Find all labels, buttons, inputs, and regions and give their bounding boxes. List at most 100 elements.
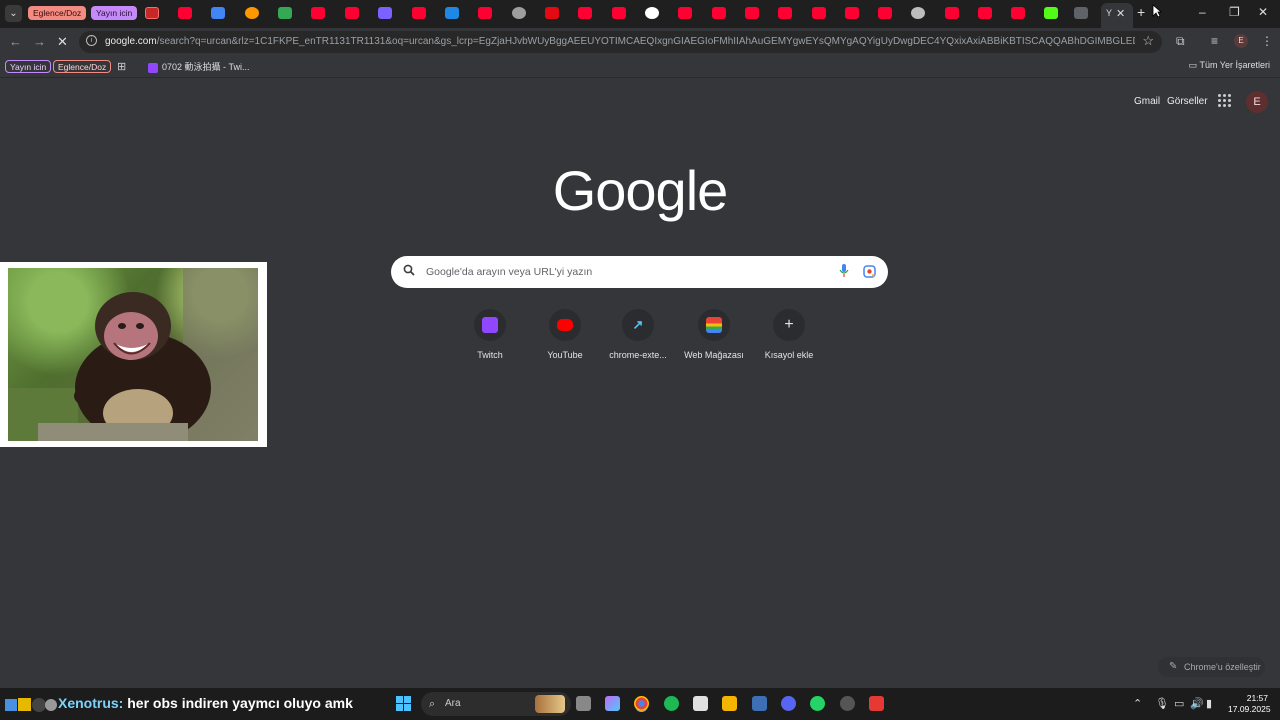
taskbar-search[interactable]: ⌕ Ara [421, 692, 571, 716]
site-info-icon[interactable]: i [86, 35, 97, 46]
tab[interactable] [810, 6, 840, 22]
steam-icon[interactable] [752, 696, 767, 711]
extensions-icon[interactable]: ⧉ [1176, 34, 1185, 49]
display-tray-icon[interactable]: ▭ [1174, 697, 1184, 710]
media-controls-icon[interactable]: ≡ [1211, 34, 1218, 48]
chat-text: her obs indiren yaymcı oluyo amk [127, 695, 353, 711]
obs-icon[interactable] [840, 696, 855, 711]
profile-avatar-small[interactable]: E [1234, 34, 1248, 48]
tab[interactable] [976, 6, 1006, 22]
microphone-icon[interactable] [839, 264, 849, 278]
tab[interactable] [610, 6, 640, 22]
new-tab-page: Gmail Görseller E Google Google'da arayı… [0, 78, 1280, 688]
bookmark-star-icon[interactable]: ☆ [1142, 33, 1154, 49]
apps-shortcut-icon[interactable]: ⊞ [117, 60, 126, 73]
menu-kebab-icon[interactable]: ⋮ [1261, 34, 1273, 48]
copilot-icon[interactable] [605, 696, 620, 711]
chrome-taskbar-icon[interactable] [634, 696, 649, 711]
all-bookmarks[interactable]: ▭ Tüm Yer İşaretleri [1189, 60, 1270, 71]
shortcut-twitch[interactable]: Twitch [450, 309, 530, 360]
tab[interactable] [243, 6, 273, 22]
tab-search-button[interactable]: ⌄ [5, 5, 22, 22]
stop-loading-icon[interactable]: ✕ [57, 34, 68, 50]
search-highlight-image [535, 695, 565, 713]
volume-icon[interactable]: 🔊 [1190, 697, 1204, 710]
mic-tray-icon[interactable]: 🎙 [1155, 697, 1169, 710]
discord-icon[interactable] [781, 696, 796, 711]
address-bar[interactable]: i google.com/search?q=urcan&rlz=1C1FKPE_… [79, 31, 1162, 53]
close-tab-icon[interactable]: ✕ [1116, 7, 1125, 20]
tab[interactable] [510, 6, 540, 22]
shortcut-web-store[interactable]: Web Mağazası [674, 309, 754, 360]
bookmark-group-eglence[interactable]: Eglence/Doz [53, 60, 112, 73]
google-lens-icon[interactable] [863, 265, 876, 278]
windows-start-icon[interactable] [396, 696, 412, 712]
tab[interactable] [576, 6, 606, 22]
new-tab-icon[interactable]: + [1137, 4, 1145, 20]
search-box[interactable]: Google'da arayın veya URL'yi yazın [391, 256, 888, 288]
tab[interactable] [543, 6, 573, 22]
tab[interactable] [710, 6, 740, 22]
tab[interactable] [410, 6, 440, 22]
bookmark-group-yayin[interactable]: Yayın icin [5, 60, 52, 73]
tab-group-eglence[interactable]: Eglence/Doz [28, 6, 87, 20]
back-icon[interactable]: ← [9, 34, 22, 49]
images-link[interactable]: Görseller [1167, 96, 1208, 107]
active-tab[interactable]: Y ✕ [1101, 3, 1133, 28]
tab[interactable] [443, 6, 473, 22]
forward-icon[interactable]: → [33, 34, 46, 49]
account-avatar[interactable]: E [1246, 91, 1268, 113]
spotify-icon[interactable] [664, 696, 679, 711]
twitch-icon [482, 317, 498, 333]
tab[interactable] [143, 6, 173, 22]
tab[interactable] [343, 6, 373, 22]
tab[interactable] [376, 6, 406, 22]
system-clock[interactable]: 21:57 17.09.2025 [1228, 693, 1271, 715]
tab[interactable] [276, 6, 306, 22]
folder-icon: ▭ [1188, 60, 1200, 70]
google-apps-icon[interactable] [1218, 94, 1232, 108]
tab[interactable] [909, 6, 939, 22]
task-view-icon[interactable] [576, 696, 591, 711]
tab[interactable] [176, 6, 206, 22]
tab[interactable] [843, 6, 873, 22]
tray-overflow-icon[interactable]: ⌃ [1133, 697, 1142, 710]
customize-chrome-button[interactable]: ✎ Chrome'u özelleştir [1158, 657, 1265, 677]
url-path: /search?q=urcan&rlz=1C1FKPE_enTR1131TR11… [156, 36, 1135, 47]
gmail-link[interactable]: Gmail [1134, 96, 1160, 107]
active-tab-title: Y [1106, 8, 1113, 18]
tab[interactable] [876, 6, 906, 22]
restore-icon[interactable]: ❐ [1229, 5, 1240, 19]
plus-icon: + [784, 316, 794, 333]
file-explorer-icon[interactable] [722, 696, 737, 711]
chat-message: Xenotrus: her obs indiren yaymcı oluyo a… [58, 695, 353, 711]
bookmark-item[interactable]: 0702 動泳拍攝 - Twi... [148, 60, 250, 73]
close-window-icon[interactable]: ✕ [1258, 5, 1268, 19]
tab[interactable] [676, 6, 706, 22]
app-icon[interactable] [869, 696, 884, 711]
stream-overlay-image [0, 262, 267, 447]
tab[interactable] [476, 6, 506, 22]
tab[interactable] [309, 6, 339, 22]
tab[interactable] [643, 6, 673, 22]
tab[interactable] [209, 6, 239, 22]
minimize-icon[interactable]: – [1199, 5, 1206, 19]
bookmarks-bar: Yayın icin Eglence/Doz ⊞ 0702 動泳拍攝 - Twi… [0, 56, 1280, 78]
shortcut-youtube[interactable]: YouTube [525, 309, 605, 360]
battery-icon[interactable]: ▮ [1206, 697, 1212, 710]
tab[interactable] [1072, 6, 1102, 22]
search-icon [403, 264, 415, 276]
tab[interactable] [743, 6, 773, 22]
whatsapp-icon[interactable] [810, 696, 825, 711]
tab[interactable] [1009, 6, 1039, 22]
tab[interactable] [1042, 6, 1072, 22]
tab[interactable] [943, 6, 973, 22]
twitch-taskbar-icon[interactable] [693, 696, 708, 711]
tab[interactable] [776, 6, 806, 22]
bookmark-item-label: 0702 動泳拍攝 - Twi... [162, 62, 250, 72]
shortcut-chrome-extension[interactable]: ↗ chrome-exte... [598, 309, 678, 360]
tab-group-yayin[interactable]: Yayın icin [91, 6, 138, 20]
monkey-photo [8, 268, 258, 441]
shortcut-add[interactable]: + Kısayol ekle [749, 309, 829, 360]
address-url: google.com/search?q=urcan&rlz=1C1FKPE_en… [105, 36, 1135, 47]
